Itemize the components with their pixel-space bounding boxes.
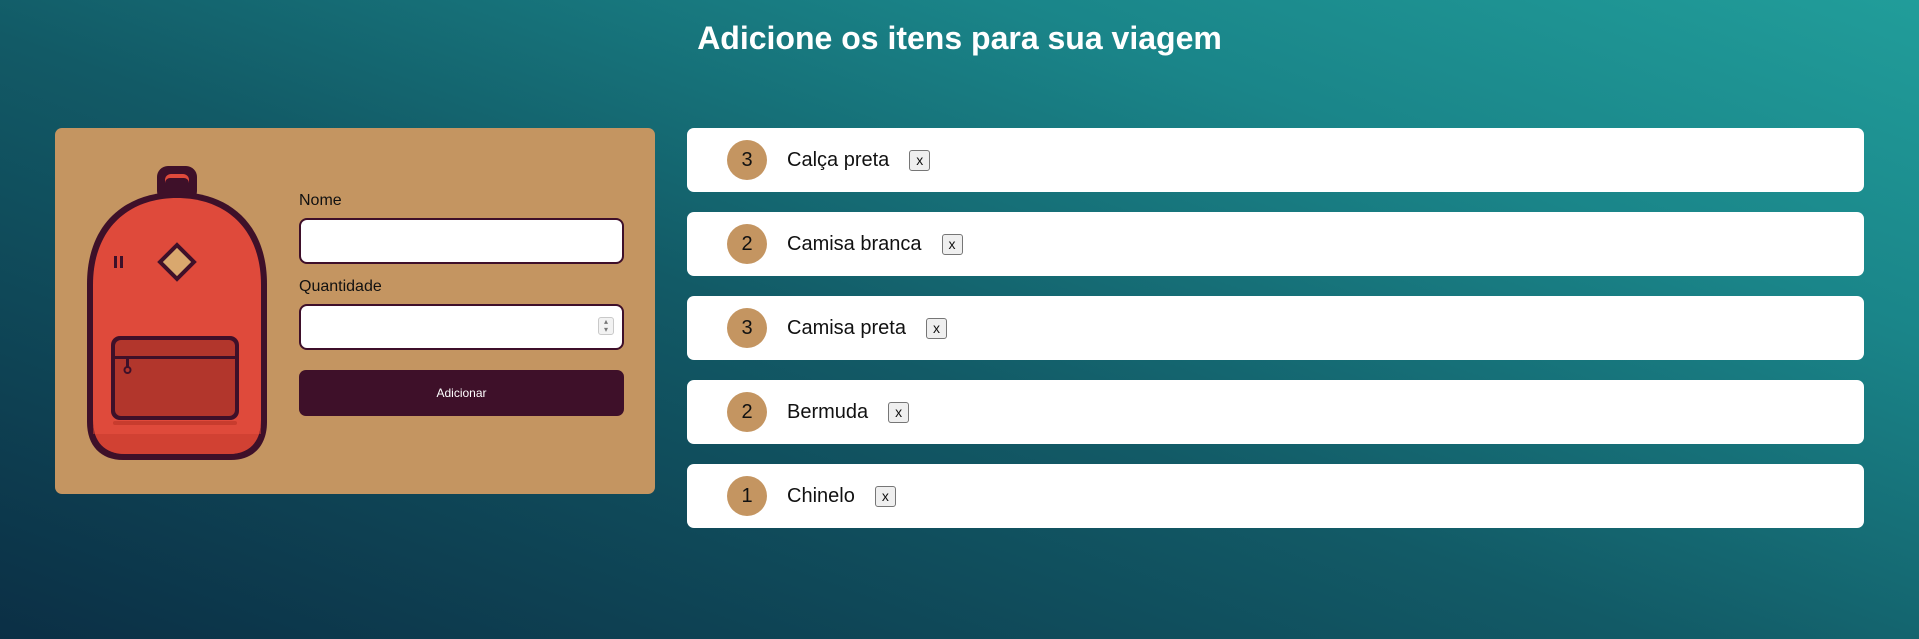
list-item: 3 Camisa preta x	[687, 296, 1864, 360]
add-item-form-card: Nome Quantidade ▴ ▾ Adicionar	[55, 128, 655, 494]
remove-item-button[interactable]: x	[888, 401, 910, 423]
quantity-badge: 1	[727, 476, 767, 516]
remove-item-button[interactable]: x	[941, 233, 963, 255]
backpack-icon	[87, 166, 267, 460]
list-item: 2 Bermuda x	[687, 380, 1864, 444]
item-name: Chinelo	[787, 484, 855, 507]
items-list: 3 Calça preta x 2 Camisa branca x 3 Cami…	[687, 128, 1864, 548]
chevron-down-icon[interactable]: ▾	[604, 326, 608, 334]
item-name: Camisa branca	[787, 232, 922, 255]
item-name: Camisa preta	[787, 316, 906, 339]
quantity-badge: 3	[727, 308, 767, 348]
page-title: Adicione os itens para sua viagem	[697, 20, 1222, 56]
list-item: 2 Camisa branca x	[687, 212, 1864, 276]
quantity-input[interactable]	[299, 304, 624, 350]
quantity-field: ▴ ▾	[299, 304, 624, 350]
add-item-button[interactable]: Adicionar	[299, 370, 624, 416]
item-form: Nome Quantidade ▴ ▾ Adicionar	[299, 192, 625, 416]
name-label: Nome	[299, 192, 342, 209]
quantity-badge: 2	[727, 392, 767, 432]
quantity-spinner[interactable]: ▴ ▾	[598, 317, 614, 335]
remove-item-button[interactable]: x	[925, 317, 947, 339]
remove-item-button[interactable]: x	[874, 485, 896, 507]
list-item: 3 Calça preta x	[687, 128, 1864, 192]
remove-item-button[interactable]: x	[909, 149, 931, 171]
quantity-badge: 2	[727, 224, 767, 264]
quantity-badge: 3	[727, 140, 767, 180]
list-item: 1 Chinelo x	[687, 464, 1864, 528]
item-name: Bermuda	[787, 400, 869, 423]
item-name: Calça preta	[787, 148, 890, 171]
quantity-label: Quantidade	[299, 278, 382, 295]
name-input[interactable]	[299, 218, 624, 264]
